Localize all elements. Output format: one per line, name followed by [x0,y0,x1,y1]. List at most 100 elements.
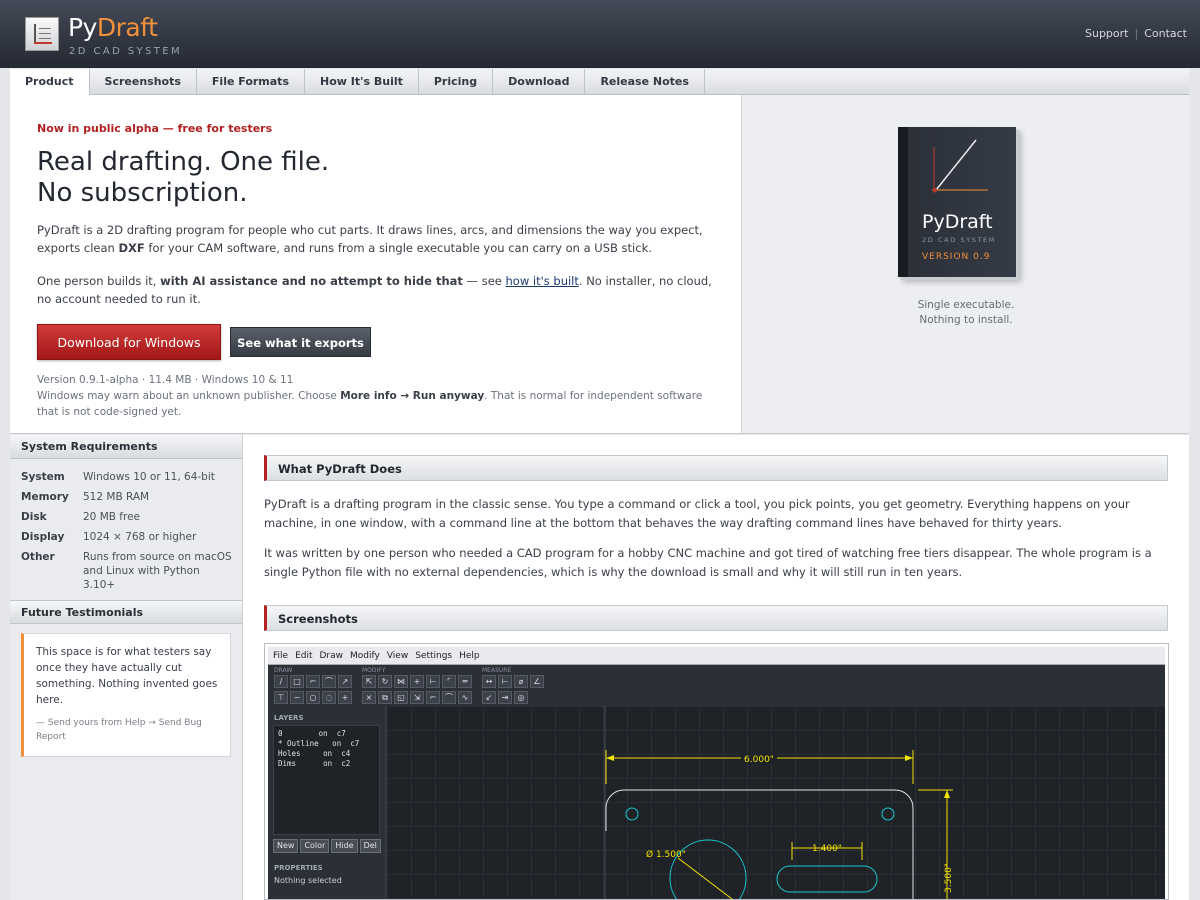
scale-tool-icon[interactable]: ◱ [394,691,408,704]
rect-tool-icon[interactable]: □ [290,675,304,688]
toolbar-group-measure: MEASURE ↔ ⊢ ⌀ ∠ ↙ ⇥ ◎ [478,665,548,707]
what-paragraph-2: It was written by one person who needed … [264,546,1152,579]
nav-pricing[interactable]: Pricing [419,69,494,95]
testimonial-text: This space is for what testers say once … [36,646,218,706]
app-menubar: File Edit Draw Modify View Settings Help [268,647,1165,665]
see-exports-button[interactable]: See what it exports [230,327,371,357]
nav-release-notes[interactable]: Release Notes [585,69,705,95]
req-row: Other Runs from source on macOS and Linux… [21,551,232,591]
layers-list: 0 on c7 * Outline on c7 Holes on c4 Dims… [273,725,380,835]
properties-value: Nothing selected [274,876,342,885]
dim-width-label: 6.000" [744,755,774,765]
delete-tool-icon[interactable]: × [362,691,376,704]
area-icon[interactable]: ◎ [514,691,528,704]
tee-tool-icon[interactable]: ⊤ [274,691,288,704]
layers-title: LAYERS [274,714,304,722]
hero-section: Now in public alpha — free for testers R… [10,95,1189,434]
testimonial-box: This space is for what testers say once … [21,633,231,757]
layer-delete-button[interactable]: Del [359,839,381,853]
toolbar-group-draw: DRAW / □ ⌐ ⌒ ↗ ⊤ ~ ○ ◌ + [270,665,356,707]
hero-tagline: Now in public alpha — free for testers [37,122,273,135]
box-product-name: PyDraft [922,211,993,233]
spline-tool-icon[interactable]: ~ [290,691,304,704]
polyline-tool-icon[interactable]: ⌐ [306,675,320,688]
nav-screenshots[interactable]: Screenshots [90,69,197,95]
offset-tool-icon[interactable]: ═ [458,675,472,688]
aligned-dim-icon[interactable]: ⊢ [498,675,512,688]
move-tool-icon[interactable]: ⇱ [362,675,376,688]
menu-help[interactable]: Help [459,647,480,664]
linear-dim-icon[interactable]: ↔ [482,675,496,688]
mirror-tool-icon[interactable]: ⋈ [394,675,408,688]
menu-edit[interactable]: Edit [295,647,312,664]
download-windows-button[interactable]: Download for Windows [37,324,221,360]
stretch-tool-icon[interactable]: ⇲ [410,691,424,704]
extend-tool-icon[interactable]: ⊢ [426,675,440,688]
trim-tool-icon[interactable]: + [410,675,424,688]
main-nav: Product Screenshots File Formats How It'… [10,69,1189,96]
menu-draw[interactable]: Draw [320,647,344,664]
contact-link[interactable]: Contact [1144,27,1187,40]
top-links: Support | Contact [1085,27,1187,40]
diameter-dim-icon[interactable]: ⌀ [514,675,528,688]
app-window: File Edit Draw Modify View Settings Help… [268,647,1165,899]
box-caption: Single executable. Nothing to install. [917,299,1015,326]
brand-name[interactable]: PyDraft [68,13,158,42]
properties-title: PROPERTIES [274,864,323,872]
nav-product[interactable]: Product [10,69,90,96]
how-its-built-link[interactable]: how it's built [506,274,579,288]
req-row: Memory 512 MB RAM [21,491,150,503]
layers-panel: LAYERS 0 on c7 * Outline on c7 Holes on … [268,706,386,899]
site-header: PyDraft 2D CAD SYSTEM Support | Contact [0,0,1200,68]
testimonials-heading: Future Testimonials [10,600,242,624]
menu-settings[interactable]: Settings [415,647,452,664]
chamfer-tool-icon[interactable]: ⌐ [426,691,440,704]
angle-dim-icon[interactable]: ∠ [530,675,544,688]
copy-tool-icon[interactable]: ⧉ [378,691,392,704]
requirements-heading: System Requirements [10,435,242,459]
ellipse-tool-icon[interactable]: ◌ [322,691,336,704]
dim-height-label: 3.500" [944,863,954,893]
point-tool-icon[interactable]: + [338,691,352,704]
screenshot-frame[interactable]: File Edit Draw Modify View Settings Help… [264,643,1169,900]
drawing-canvas[interactable]: 6.000" Ø 1.500" 1.400" 3.500" [387,706,1165,899]
brand-subtitle: 2D CAD SYSTEM [69,46,183,57]
distance-icon[interactable]: ⇥ [498,691,512,704]
hero-paragraph-1: PyDraft is a 2D drafting program for peo… [37,223,703,255]
menu-file[interactable]: File [273,647,288,664]
dim-slot-label: 1.400" [812,844,842,854]
hero-headline: Real drafting. One file. No subscription. [37,147,330,208]
line-tool-icon[interactable]: / [274,675,288,688]
circle-tool-icon[interactable]: ○ [306,691,320,704]
layer-item[interactable]: * Outline on c7 [278,739,375,749]
layer-hide-button[interactable]: Hide [331,839,358,853]
cad-line-icon [932,139,988,193]
product-box: PyDraft 2D CAD SYSTEM VERSION 0.9 [898,127,1016,277]
leader-icon[interactable]: ↙ [482,691,496,704]
logo-icon[interactable] [25,17,59,51]
nav-how-its-built[interactable]: How It's Built [305,69,419,95]
app-toolbar: DRAW / □ ⌐ ⌒ ↗ ⊤ ~ ○ ◌ + MODIFY ⇱ ↻ ⋈ + … [268,665,1165,720]
nav-download[interactable]: Download [493,69,586,95]
drawing-svg: 6.000" Ø 1.500" 1.400" 3.500" [604,706,954,899]
menu-view[interactable]: View [387,647,408,664]
layer-new-button[interactable]: New [273,839,299,853]
sidebar: System Requirements System Windows 10 or … [10,435,243,900]
nav-file-formats[interactable]: File Formats [197,69,305,95]
join-tool-icon[interactable]: ∿ [458,691,472,704]
requirements-table: System Windows 10 or 11, 64-bit Memory 512… [21,470,242,592]
menu-modify[interactable]: Modify [350,647,380,664]
rotate-tool-icon[interactable]: ↻ [378,675,392,688]
support-link[interactable]: Support [1085,27,1128,40]
main-content: What PyDraft Does PyDraft is a drafting … [243,435,1189,900]
arc-tool-icon[interactable]: ⌒ [322,675,336,688]
layer-color-button[interactable]: Color [300,839,330,853]
layer-item[interactable]: Dims on c2 [278,759,375,769]
fillet-tool-icon[interactable]: ⌜ [442,675,456,688]
layer-item[interactable]: 0 on c7 [278,729,375,739]
break-tool-icon[interactable]: ⌒ [442,691,456,704]
req-row: Disk 20 MB free [21,511,141,523]
layer-item[interactable]: Holes on c4 [278,749,375,759]
download-meta: Version 0.9.1-alpha · 11.4 MB · Windows … [37,374,703,418]
ray-tool-icon[interactable]: ↗ [338,675,352,688]
